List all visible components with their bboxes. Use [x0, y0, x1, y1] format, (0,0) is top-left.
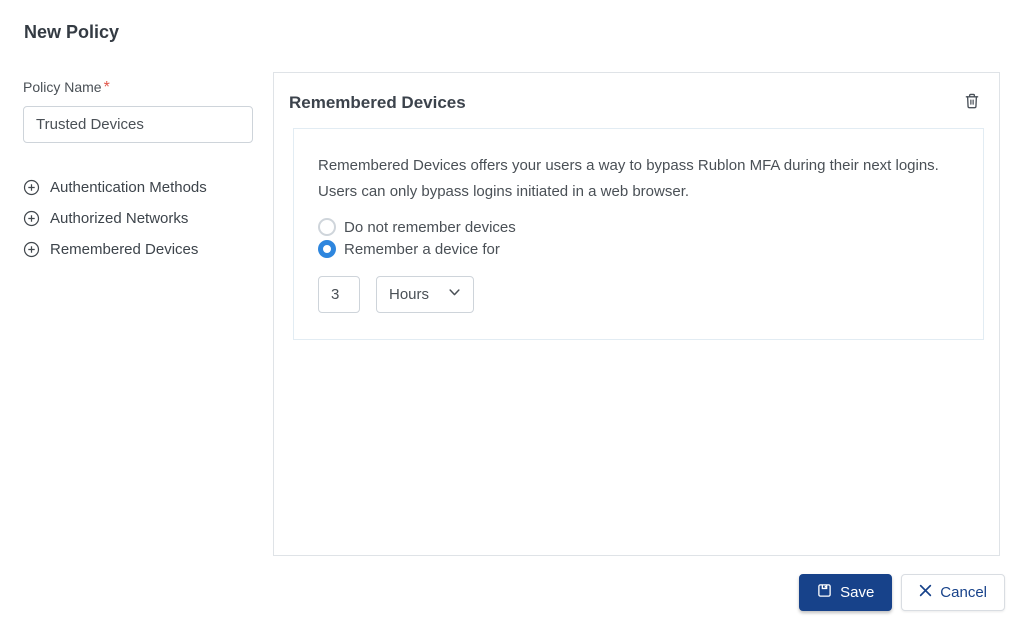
policy-section-links: Authentication Methods Authorized Networ…	[23, 179, 253, 258]
sidebar-item-label: Authentication Methods	[50, 179, 207, 196]
cancel-button-label: Cancel	[940, 584, 987, 601]
duration-value-input[interactable]	[318, 276, 360, 313]
plus-circle-icon	[23, 241, 40, 258]
panel-description: Remembered Devices offers your users a w…	[318, 153, 959, 204]
save-button-label: Save	[840, 584, 874, 601]
save-icon	[817, 583, 832, 602]
radio-button-icon[interactable]	[318, 240, 336, 258]
policy-name-label: Policy Name*	[23, 79, 253, 97]
footer-actions: Save Cancel	[799, 574, 1005, 611]
cancel-button[interactable]: Cancel	[901, 574, 1005, 611]
duration-unit-value: Hours	[389, 286, 429, 303]
duration-row: Hours	[318, 276, 959, 313]
remember-devices-radio-group: Do not remember devices Remember a devic…	[318, 218, 959, 258]
required-asterisk: *	[104, 79, 110, 96]
radio-do-not-remember[interactable]: Do not remember devices	[318, 218, 959, 236]
remembered-devices-settings-box: Remembered Devices offers your users a w…	[293, 128, 984, 340]
panel-header: Remembered Devices	[274, 73, 999, 128]
sidebar-item-label: Remembered Devices	[50, 241, 198, 258]
plus-circle-icon	[23, 210, 40, 227]
trash-icon	[963, 92, 981, 113]
chevron-down-icon	[448, 286, 461, 303]
policy-name-input[interactable]	[23, 106, 253, 143]
sidebar-item-remembered-devices[interactable]: Remembered Devices	[23, 241, 253, 258]
policy-form-left-column: Policy Name* Authentication Methods Auth…	[23, 79, 253, 258]
panel-title: Remembered Devices	[289, 93, 466, 113]
plus-circle-icon	[23, 179, 40, 196]
delete-section-button[interactable]	[963, 92, 981, 113]
page-title: New Policy	[24, 22, 119, 43]
new-policy-page: New Policy Policy Name* Authentication M…	[0, 0, 1024, 631]
close-icon	[919, 584, 932, 601]
remembered-devices-panel: Remembered Devices Remembered Devices of…	[273, 72, 1000, 556]
save-button[interactable]: Save	[799, 574, 892, 611]
duration-unit-select[interactable]: Hours	[376, 276, 474, 313]
sidebar-item-authorized-networks[interactable]: Authorized Networks	[23, 210, 253, 227]
sidebar-item-authentication-methods[interactable]: Authentication Methods	[23, 179, 253, 196]
sidebar-item-label: Authorized Networks	[50, 210, 188, 227]
radio-remember-device-for[interactable]: Remember a device for	[318, 240, 959, 258]
radio-button-icon[interactable]	[318, 218, 336, 236]
